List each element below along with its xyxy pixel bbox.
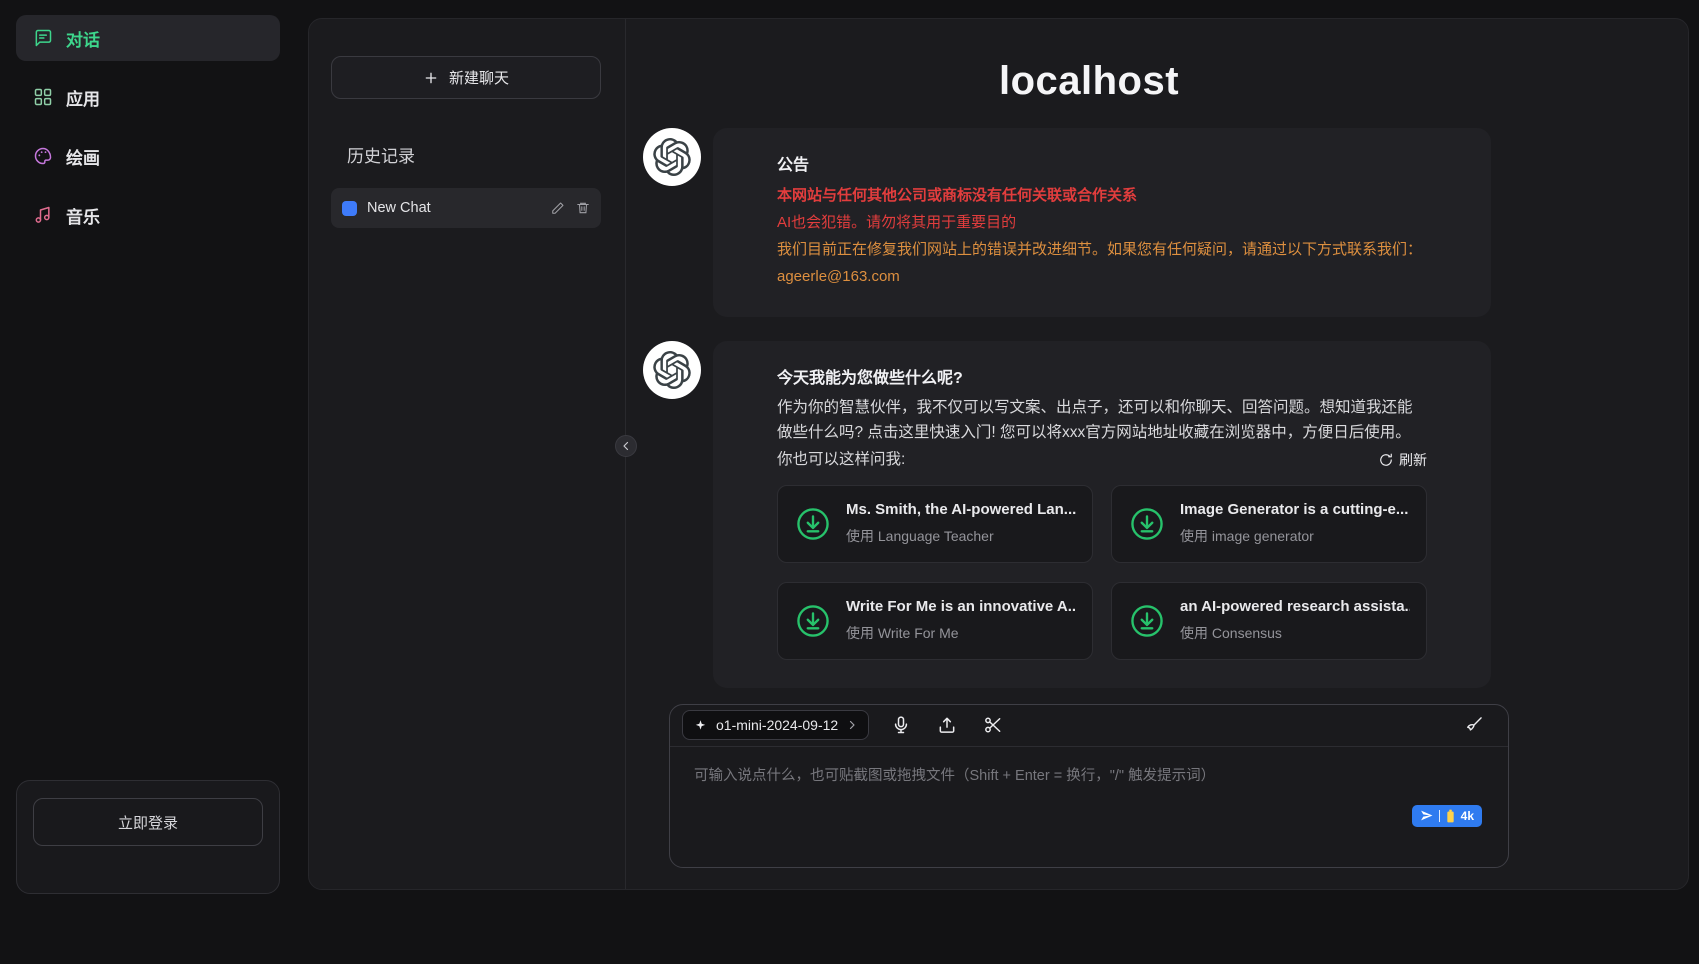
- scissors-icon: [983, 715, 1003, 735]
- sidebar-item-label: 对话: [66, 26, 100, 51]
- assistant-message: 今天我能为您做些什么呢? 作为你的智慧伙伴，我不仅可以写文案、出点子，还可以和你…: [643, 341, 1509, 688]
- main-panel: 新建聊天 历史记录 New Chat localhost: [308, 18, 1689, 890]
- assistant-message: 公告 本网站与任何其他公司或商标没有任何关联或合作关系 AI也会犯错。请勿将其用…: [643, 128, 1509, 317]
- message-input[interactable]: [670, 747, 1508, 867]
- history-heading: 历史记录: [347, 142, 601, 167]
- circle-arrow-down-icon: [1128, 602, 1166, 640]
- welcome-heading: 今天我能为您做些什么呢?: [777, 366, 1427, 392]
- suggestion-subtitle: 使用 image generator: [1180, 525, 1408, 547]
- microphone-button[interactable]: [891, 715, 911, 735]
- composer-toolbar: o1-mini-2024-09-12: [670, 705, 1508, 747]
- sidebar-item-apps[interactable]: 应用: [16, 74, 280, 120]
- welcome-body: 作为你的智慧伙伴，我不仅可以写文案、出点子，还可以和你聊天、回答问题。想知道我还…: [777, 396, 1427, 446]
- announcement-line: 我们目前正在修复我们网站上的错误并改进细节。如果您有任何疑问，请通过以下方式联系…: [777, 238, 1427, 262]
- suggestion-subtitle: 使用 Language Teacher: [846, 525, 1076, 547]
- login-button[interactable]: 立即登录: [33, 798, 263, 846]
- sidebar: 对话 应用 绘画 音乐 立即登录: [0, 0, 296, 964]
- refresh-icon: [1379, 453, 1393, 467]
- composer: o1-mini-2024-09-12: [669, 704, 1509, 868]
- suggestion-title: Write For Me is an innovative A...: [846, 597, 1076, 617]
- sidebar-item-chat[interactable]: 对话: [16, 15, 280, 61]
- model-selector[interactable]: o1-mini-2024-09-12: [682, 710, 869, 740]
- page-title: localhost: [669, 59, 1509, 104]
- broom-icon: [1464, 715, 1484, 735]
- chat-color-icon: [342, 201, 357, 216]
- new-chat-button[interactable]: 新建聊天: [331, 56, 601, 99]
- suggestion-title: an AI-powered research assista...: [1180, 597, 1410, 617]
- token-battery-icon: [1446, 809, 1455, 823]
- assistant-avatar: [643, 128, 701, 186]
- chat-item-title: New Chat: [367, 200, 541, 216]
- composer-body: 4k: [670, 747, 1508, 867]
- palette-icon: [33, 146, 53, 166]
- contact-email-link[interactable]: ageerle@163.com: [777, 265, 1427, 289]
- chat-bubble-icon: [33, 28, 53, 48]
- sidebar-item-music[interactable]: 音乐: [16, 192, 280, 238]
- upload-button[interactable]: [937, 715, 957, 735]
- token-count: 4k: [1461, 809, 1474, 823]
- circle-arrow-down-icon: [1128, 505, 1166, 543]
- ask-label: 你也可以这样问我:: [777, 448, 905, 473]
- sidebar-item-label: 音乐: [66, 203, 100, 228]
- welcome-card: 今天我能为您做些什么呢? 作为你的智慧伙伴，我不仅可以写文案、出点子，还可以和你…: [713, 341, 1491, 688]
- announcement-line: AI也会犯错。请勿将其用于重要目的: [777, 211, 1427, 235]
- microphone-icon: [891, 715, 911, 735]
- login-panel: 立即登录: [16, 780, 280, 894]
- delete-trash-icon[interactable]: [576, 201, 590, 215]
- announcement-heading: 公告: [777, 153, 1427, 179]
- apps-grid-icon: [33, 87, 53, 107]
- collapse-sidebar-button[interactable]: [615, 435, 637, 457]
- model-label: o1-mini-2024-09-12: [716, 717, 838, 733]
- suggestion-card[interactable]: Write For Me is an innovative A... 使用 Wr…: [777, 582, 1093, 660]
- announcement-card: 公告 本网站与任何其他公司或商标没有任何关联或合作关系 AI也会犯错。请勿将其用…: [713, 128, 1491, 317]
- scissors-button[interactable]: [983, 715, 1003, 735]
- model-sparkle-icon: [693, 718, 708, 733]
- suggestion-title: Image Generator is a cutting-e...: [1180, 500, 1408, 520]
- suggestion-title: Ms. Smith, the AI-powered Lan...: [846, 500, 1076, 520]
- sidebar-item-label: 绘画: [66, 144, 100, 169]
- sidebar-item-paint[interactable]: 绘画: [16, 133, 280, 179]
- suggestion-subtitle: 使用 Write For Me: [846, 622, 1076, 644]
- chat-area: localhost 公告 本网站与任何其他公司或商标没有任何关联或合作关系 AI…: [626, 19, 1688, 889]
- assistant-avatar: [643, 341, 701, 399]
- chat-item-actions: [551, 201, 590, 215]
- upload-icon: [937, 715, 957, 735]
- plus-icon: [423, 70, 439, 86]
- chat-history-item[interactable]: New Chat: [331, 188, 601, 228]
- circle-arrow-down-icon: [794, 505, 832, 543]
- chevron-right-icon: [846, 719, 858, 731]
- music-note-icon: [33, 205, 53, 225]
- suggestion-subtitle: 使用 Consensus: [1180, 622, 1410, 644]
- openai-logo-icon: [653, 351, 691, 389]
- edit-pencil-icon[interactable]: [551, 201, 565, 215]
- suggestion-card[interactable]: an AI-powered research assista... 使用 Con…: [1111, 582, 1427, 660]
- app-window: 对话 应用 绘画 音乐 立即登录: [0, 0, 1699, 964]
- openai-logo-icon: [653, 138, 691, 176]
- announcement-line: 本网站与任何其他公司或商标没有任何关联或合作关系: [777, 184, 1427, 208]
- sidebar-item-label: 应用: [66, 85, 100, 110]
- clear-context-button[interactable]: [1464, 715, 1484, 735]
- suggestion-grid: Ms. Smith, the AI-powered Lan... 使用 Lang…: [777, 485, 1427, 660]
- badge-divider: [1439, 810, 1440, 822]
- refresh-button[interactable]: 刷新: [1379, 450, 1427, 470]
- new-chat-label: 新建聊天: [449, 67, 509, 88]
- send-token-badge[interactable]: 4k: [1412, 805, 1482, 827]
- suggestion-card[interactable]: Image Generator is a cutting-e... 使用 ima…: [1111, 485, 1427, 563]
- chevron-left-icon: [620, 440, 632, 452]
- suggestion-card[interactable]: Ms. Smith, the AI-powered Lan... 使用 Lang…: [777, 485, 1093, 563]
- circle-arrow-down-icon: [794, 602, 832, 640]
- send-plane-icon: [1420, 809, 1433, 822]
- chat-list-panel: 新建聊天 历史记录 New Chat: [309, 19, 626, 889]
